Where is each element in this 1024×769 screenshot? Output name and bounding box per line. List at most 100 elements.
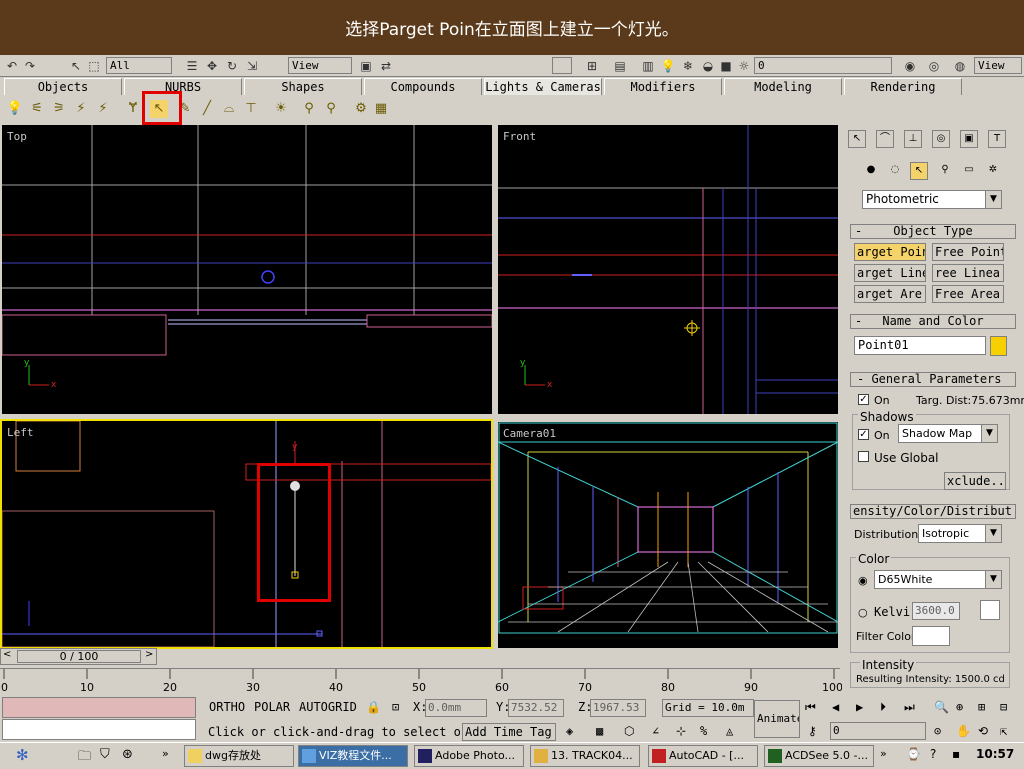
omni-light-icon[interactable]: 💡 xyxy=(6,100,24,118)
tab-objects[interactable]: Objects xyxy=(4,78,122,95)
intensity-rollout[interactable]: ensity/Color/Distribut xyxy=(850,504,1016,519)
taskbar-item-photoshop[interactable]: Adobe Photo... xyxy=(414,745,524,767)
degradation-icon[interactable]: ⬡ xyxy=(624,724,634,738)
free-camera-icon[interactable]: ⚲ xyxy=(322,100,340,118)
animate-button[interactable]: Animate xyxy=(754,700,800,738)
previous-frame-icon[interactable]: ◀ xyxy=(832,700,839,714)
tab-rendering[interactable]: Rendering xyxy=(844,78,962,95)
slider-right-arrow[interactable]: > xyxy=(145,649,153,660)
display-tab-icon[interactable]: ▣ xyxy=(960,130,978,148)
lightbulb-icon[interactable]: 💡 xyxy=(660,58,676,74)
scale-icon[interactable]: ⇲ xyxy=(244,58,260,74)
tab-modifiers[interactable]: Modifiers xyxy=(604,78,722,95)
crossing-select-icon[interactable]: ▩ xyxy=(596,724,603,738)
distribution-dropdown[interactable]: Isotropic ▼ xyxy=(918,524,1002,543)
key-mode-icon[interactable]: ⚷ xyxy=(808,724,817,738)
layer-manager-icon[interactable]: ▤ xyxy=(612,58,628,74)
x-coordinate-field[interactable]: 0.0mm xyxy=(425,699,487,717)
viewport-left[interactable]: y Left xyxy=(0,419,493,649)
use-global-checkbox[interactable] xyxy=(858,451,869,462)
zoom-extents-all-icon[interactable]: ⊟ xyxy=(1000,700,1007,714)
object-name-input[interactable]: Point01 xyxy=(854,336,986,355)
kelvin-field[interactable]: 3600.0 xyxy=(912,602,960,620)
select-by-name-icon[interactable]: ☰ xyxy=(184,58,200,74)
pan-icon[interactable]: ✋ xyxy=(956,724,971,738)
free-area-button[interactable]: Free Area xyxy=(932,285,1004,303)
z-coordinate-field[interactable]: 1967.53 xyxy=(590,699,646,717)
named-selection-dropdown[interactable] xyxy=(552,57,572,74)
preset-radio[interactable]: ◉ xyxy=(858,574,868,587)
cameras-icon[interactable]: ⚲ xyxy=(936,162,954,180)
quicklaunch-icon[interactable]: 🗀 xyxy=(78,747,91,769)
undo-icon[interactable]: ↶ xyxy=(4,58,20,74)
light-category-dropdown[interactable]: Photometric ▼ xyxy=(862,190,1002,209)
name-color-rollout[interactable]: - Name and Color xyxy=(850,314,1016,329)
maximize-viewport-icon[interactable]: ⇱ xyxy=(1000,724,1007,738)
tab-compounds[interactable]: Compounds xyxy=(364,78,482,95)
maxscript-listener-white[interactable] xyxy=(2,719,196,740)
next-frame-icon[interactable]: ⏵ xyxy=(880,700,886,715)
free-direct-icon[interactable]: ⚡ xyxy=(94,100,112,118)
helpers-icon[interactable]: ▭ xyxy=(960,162,978,180)
target-linear-button[interactable]: arget Line xyxy=(854,264,926,282)
taskbar-item-dwg[interactable]: dwg存放处 xyxy=(184,745,294,767)
sunlight-icon[interactable]: ☀ xyxy=(272,100,290,118)
zoom-all-icon[interactable]: ⊕ xyxy=(956,700,963,714)
lights-icon[interactable]: ↖ xyxy=(910,162,928,180)
target-linear-light-icon[interactable]: ╱ xyxy=(198,100,216,118)
free-spot-icon[interactable]: ⚞ xyxy=(50,100,68,118)
zoom-extents-icon[interactable]: ⊞ xyxy=(978,700,985,714)
target-direct-icon[interactable]: ⚡ xyxy=(72,100,90,118)
tray-icon[interactable]: ⌚ xyxy=(906,747,921,761)
layer-icon[interactable]: ▥ xyxy=(640,58,656,74)
render-scene-icon[interactable]: ◉ xyxy=(902,58,918,74)
tab-shapes[interactable]: Shapes xyxy=(244,78,362,95)
autogrid-toggle[interactable]: AUTOGRID xyxy=(299,700,357,714)
help-icon[interactable]: ? xyxy=(930,747,936,761)
create-tab-icon[interactable]: ↖ xyxy=(848,130,866,148)
taskbar-item-track[interactable]: 13. TRACK04... xyxy=(530,745,640,767)
more-icon[interactable]: » xyxy=(162,747,169,760)
modify-tab-icon[interactable]: ⌒ xyxy=(876,130,894,148)
free-area-light-icon[interactable]: ⊤ xyxy=(242,100,260,118)
ref-coord-dropdown[interactable]: View xyxy=(288,57,352,74)
slider-left-arrow[interactable]: < xyxy=(3,649,11,660)
kelvin-color-swatch[interactable] xyxy=(980,600,1000,620)
render-view-dropdown[interactable]: View xyxy=(974,57,1022,74)
camera-match-icon[interactable]: ⚙ xyxy=(352,100,370,118)
absolute-mode-icon[interactable]: ⊡ xyxy=(392,700,399,714)
rotate-icon[interactable]: ↻ xyxy=(224,58,240,74)
target-camera-icon[interactable]: ⚲ xyxy=(300,100,318,118)
camera-view-icon[interactable]: ▦ xyxy=(372,100,390,118)
select-icon[interactable]: ↖ xyxy=(68,58,84,74)
redo-icon[interactable]: ↷ xyxy=(22,58,38,74)
current-frame-field[interactable]: 0 xyxy=(830,722,926,740)
quicklaunch-icon[interactable]: ⊛ xyxy=(122,747,133,762)
target-spot-icon[interactable]: ⚟ xyxy=(28,100,46,118)
quicklaunch-icon[interactable]: ⛉ xyxy=(100,747,110,762)
arc-rotate-icon[interactable]: ⟲ xyxy=(978,724,988,738)
general-parameters-rollout[interactable]: - General Parameters xyxy=(850,372,1016,387)
freeze-icon[interactable]: ❄ xyxy=(680,58,696,74)
pivot-icon[interactable]: ▣ xyxy=(358,58,374,74)
region-zoom-icon[interactable]: ⊙ xyxy=(934,724,941,738)
time-slider-thumb[interactable]: 0 / 100 xyxy=(17,650,141,663)
play-icon[interactable]: ▶ xyxy=(856,700,863,714)
taskbar-item-autocad[interactable]: AutoCAD - [... xyxy=(648,745,758,767)
object-color-swatch[interactable] xyxy=(990,336,1007,356)
sun-icon[interactable]: ☼ xyxy=(736,58,752,74)
ortho-toggle[interactable]: ORTHO xyxy=(209,700,245,714)
target-area-light-icon[interactable]: ⌓ xyxy=(220,100,238,118)
start-icon[interactable]: ✻ xyxy=(16,746,29,764)
shapes-icon[interactable]: ◌ xyxy=(886,162,904,180)
taskbar-item-acdsee[interactable]: ACDSee 5.0 -... xyxy=(764,745,874,767)
layer-dropdown[interactable]: 0 xyxy=(754,57,892,74)
color-swatch-icon[interactable]: ■ xyxy=(718,58,734,74)
motion-tab-icon[interactable]: ◎ xyxy=(932,130,950,148)
snap-toggle-icon[interactable]: ⊹ xyxy=(676,724,686,738)
add-time-tag-button[interactable]: Add Time Tag xyxy=(462,723,556,741)
align-icon[interactable]: ⊞ xyxy=(584,58,600,74)
selection-lock-icon[interactable]: ◈ xyxy=(566,724,573,738)
geometry-icon[interactable]: ● xyxy=(862,162,880,180)
color-preset-dropdown[interactable]: D65White ▼ xyxy=(874,570,1002,589)
